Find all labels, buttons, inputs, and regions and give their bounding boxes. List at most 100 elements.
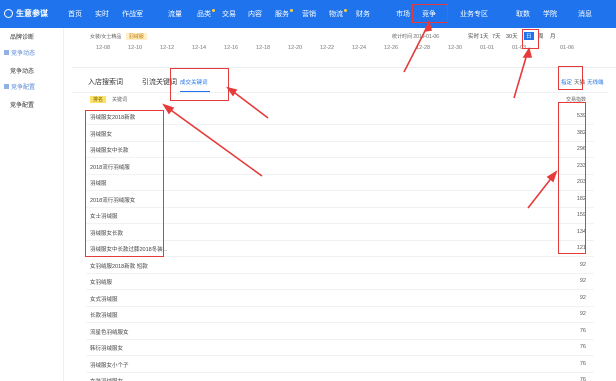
keyword-cell[interactable]: 羽绒服女小个子	[90, 361, 129, 369]
period-1[interactable]: 1天	[480, 32, 489, 40]
nav-item-label: 取数	[516, 11, 530, 18]
nav-item-10[interactable]: 财务	[356, 9, 370, 19]
new-dot-icon	[212, 9, 215, 12]
table-row[interactable]: 韩衍羽绒服女 76	[86, 339, 594, 356]
tab-0[interactable]: 入店搜索词	[88, 77, 123, 87]
period-3[interactable]: 30天	[506, 32, 518, 40]
trade-index-cell: 92	[579, 294, 586, 301]
timeline-date[interactable]: 12-10	[128, 45, 142, 51]
timeline-date[interactable]: 12-16	[224, 45, 238, 51]
timeline-date[interactable]: 12-26	[384, 45, 398, 51]
highlight-box-deal-keywords-tab	[170, 68, 229, 101]
nav-item-2[interactable]: 作战室	[122, 9, 143, 19]
keyword-cell[interactable]: 女羽绒服	[90, 278, 112, 286]
table-row[interactable]: 女羽绒服2018新款 短款 92	[86, 257, 594, 274]
brand-title: 生意参谋	[16, 9, 48, 18]
period-0[interactable]: 实时	[468, 32, 479, 40]
nav-item-label: 物流	[329, 11, 343, 18]
trade-index-cell: 92	[579, 278, 586, 284]
timeline-date[interactable]: 12-14	[192, 45, 206, 51]
group-icon	[4, 50, 9, 55]
nav-item-16[interactable]: 消息	[578, 9, 592, 19]
sidebar-item-2[interactable]: 竞争动态	[10, 66, 34, 75]
nav-item-0[interactable]: 首页	[68, 9, 82, 19]
highlight-box-wireless-option	[558, 66, 583, 90]
nav-item-11[interactable]: 市场	[396, 9, 410, 19]
nav-item-4[interactable]: 品类	[197, 9, 215, 19]
highlight-box-index-values	[558, 102, 586, 254]
timeline-date[interactable]: 12-24	[352, 45, 366, 51]
sidebar-item-3[interactable]: 竞争配置	[4, 82, 35, 91]
nav-item-5[interactable]: 交易	[222, 9, 236, 19]
table-row[interactable]: 女装羽绒服女 76	[86, 372, 594, 381]
nav-item-label: 品类	[197, 11, 211, 18]
highlight-box-keyword-list	[85, 110, 164, 257]
nav-item-label: 流量	[168, 11, 182, 18]
sidebar-item-label: 品牌诊断	[10, 35, 35, 41]
sidebar-item-label: 竞争配置	[11, 85, 36, 91]
top-nav: 生意参谋 首页 实时 作战室 流量 品类 交易 内容 服务 营销 物流 财务 市场 竞争 业务专区 取数 学院…	[0, 0, 616, 28]
keyword-cell[interactable]: 女装羽绒服女	[90, 377, 123, 381]
timeline-date[interactable]: 12-12	[160, 45, 174, 51]
option-2[interactable]: 无线端	[587, 78, 604, 86]
nav-item-label: 学院	[543, 11, 557, 18]
nav-item-label: 实时	[95, 11, 109, 18]
nav-item-label: 市场	[396, 11, 410, 18]
timeline-date[interactable]: 12-28	[416, 45, 430, 51]
nav-item-3[interactable]: 流量	[168, 9, 182, 19]
trade-index-cell: 92	[579, 311, 586, 317]
brand[interactable]: 生意参谋	[4, 8, 48, 19]
keyword-cell[interactable]: 韩衍羽绒服女	[90, 344, 123, 352]
nav-item-14[interactable]: 取数	[516, 9, 530, 19]
table-row[interactable]: 女羽绒服 92	[86, 273, 594, 290]
table-row[interactable]: 羽绒服女小个子 76	[86, 356, 594, 373]
keyword-cell[interactable]: 长款羽绒服	[90, 311, 118, 319]
keyword-cell[interactable]: 流星色羽绒服女	[90, 328, 129, 336]
timeline-date[interactable]: 12-30	[448, 45, 462, 51]
brand-logo-icon	[4, 9, 13, 18]
group-icon	[4, 84, 9, 89]
trade-index-cell: 92	[579, 261, 586, 268]
nav-item-label: 业务专区	[460, 11, 488, 18]
nav-item-label: 服务	[275, 11, 289, 18]
stat-time: 统计时间 2019-01-06	[392, 34, 439, 40]
table-row[interactable]: 长款羽绒服 92	[86, 306, 594, 323]
category-badge[interactable]: 羽绒服	[125, 33, 147, 40]
timeline-date[interactable]: 12-22	[320, 45, 334, 51]
period-2[interactable]: 7天	[492, 32, 501, 40]
new-dot-icon	[290, 9, 293, 12]
nav-item-15[interactable]: 学院	[543, 9, 557, 19]
timeline-date[interactable]: 12-20	[288, 45, 302, 51]
nav-item-label: 作战室	[122, 11, 143, 18]
keyword-header: 关键词	[112, 97, 128, 103]
nav-item-8[interactable]: 营销	[302, 9, 316, 19]
sidebar-item-1[interactable]: 竞争动态	[4, 48, 35, 57]
highlight-box-competition	[412, 4, 448, 23]
keyword-cell[interactable]: 女羽绒服2018新款 短款	[90, 262, 148, 270]
nav-item-7[interactable]: 服务	[275, 9, 293, 19]
table-row[interactable]: 流星色羽绒服女 76	[86, 323, 594, 340]
category-selector[interactable]: 女装/女士精品 羽绒服	[90, 33, 147, 40]
period-6[interactable]: 月	[550, 32, 556, 40]
nav-item-1[interactable]: 实时	[95, 9, 109, 19]
sidebar: 品牌诊断 竞争动态 竞争动态 竞争配置 竞争配置	[0, 28, 64, 381]
timeline-date[interactable]: 12-18	[256, 45, 270, 51]
sidebar-item-0[interactable]: 品牌诊断	[10, 32, 34, 41]
sidebar-item-4[interactable]: 竞争配置	[10, 100, 34, 109]
timeline-date[interactable]: 01-06	[560, 45, 574, 51]
nav-item-6[interactable]: 内容	[248, 9, 262, 19]
trade-index-cell: 76	[579, 344, 586, 350]
nav-item-label: 内容	[248, 11, 262, 18]
timeline-date[interactable]: 01-01	[480, 45, 494, 51]
sidebar-item-label: 竞争动态	[10, 69, 35, 75]
keyword-cell[interactable]: 女式羽绒服	[90, 295, 118, 303]
table-row[interactable]: 女式羽绒服 92	[86, 290, 594, 307]
nav-item-9[interactable]: 物流	[329, 9, 347, 19]
nav-item-label: 营销	[302, 11, 316, 18]
timeline-date[interactable]: 12-08	[96, 45, 110, 51]
trade-index-cell: 76	[579, 377, 586, 381]
rank-header: 排名	[90, 96, 107, 103]
tab-divider	[72, 92, 608, 93]
nav-item-label: 财务	[356, 11, 370, 18]
nav-item-13[interactable]: 业务专区	[460, 9, 488, 19]
